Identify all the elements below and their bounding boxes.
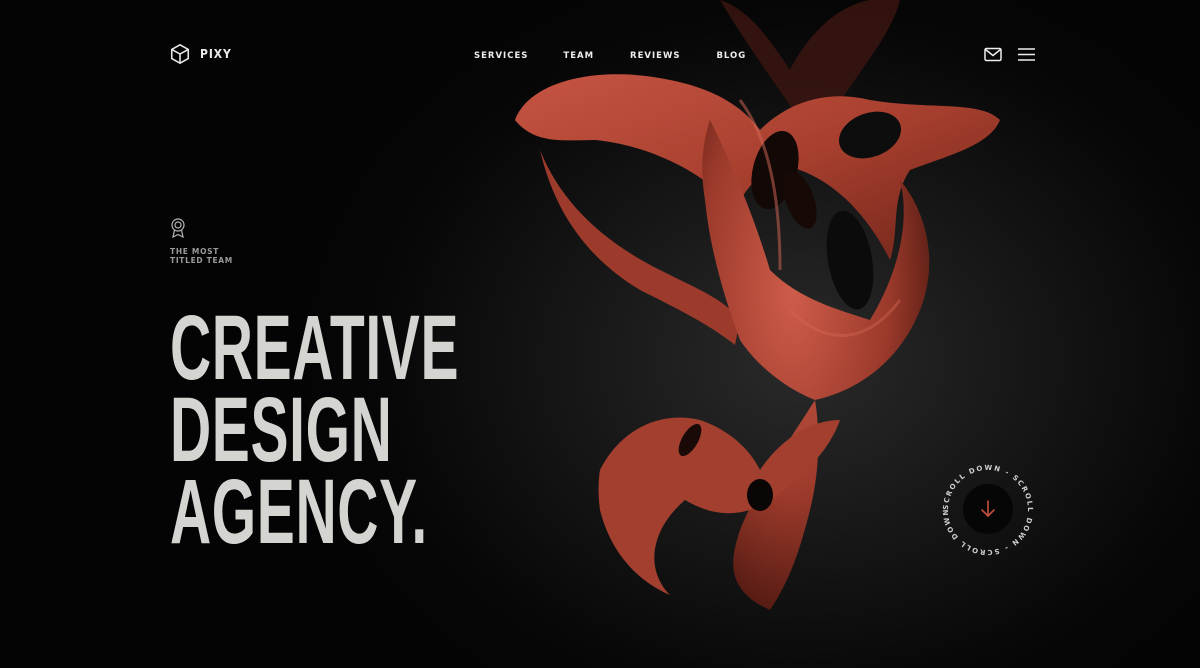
menu-button[interactable] (1018, 47, 1035, 67)
nav-item-team[interactable]: TEAM (563, 51, 594, 61)
hamburger-menu-icon (1018, 48, 1035, 61)
hero-headline: CREATIVE DESIGN AGENCY. (170, 297, 636, 563)
nav-item-reviews[interactable]: REVIEWS (630, 51, 680, 61)
logo[interactable]: PIXY (169, 43, 235, 65)
award-text: THE MOST TITLED TEAM (170, 247, 233, 265)
mail-icon (984, 47, 1002, 62)
headline-line-3: AGENCY. (170, 461, 428, 563)
nav-item-services[interactable]: SERVICES (474, 51, 528, 61)
hero-section: PIXY SERVICES TEAM REVIEWS BLOG THE MOST… (0, 0, 1200, 668)
main-nav: SERVICES TEAM REVIEWS BLOG (474, 51, 746, 61)
award-badge: THE MOST TITLED TEAM (170, 218, 233, 265)
headline-line-2: DESIGN (170, 379, 393, 481)
nav-item-blog[interactable]: BLOG (716, 51, 746, 61)
mail-button[interactable] (984, 47, 1002, 67)
site-header: PIXY SERVICES TEAM REVIEWS BLOG (0, 0, 1200, 110)
award-ribbon-icon (171, 218, 185, 238)
scroll-down-button[interactable]: SCROLL DOWN - SCROLL DOWN - SCROLL DOWN … (938, 460, 1038, 560)
cube-icon (170, 44, 190, 64)
logo-text: PIXY (200, 47, 232, 61)
headline-line-1: CREATIVE (170, 297, 460, 399)
